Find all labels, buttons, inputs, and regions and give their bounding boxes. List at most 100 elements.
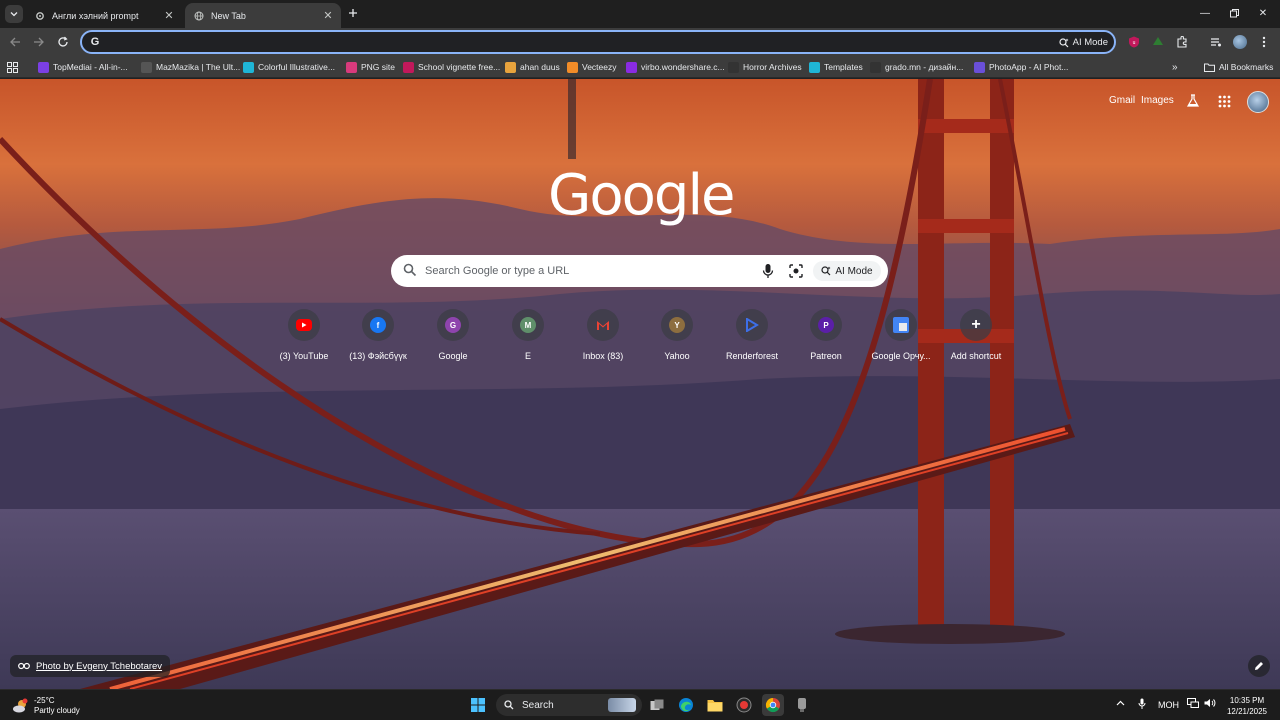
close-icon[interactable]: ✕ bbox=[321, 9, 335, 23]
apps-button[interactable] bbox=[7, 59, 18, 75]
shortcut-tile[interactable]: (3) YouTube bbox=[267, 309, 341, 369]
ublock-extension-icon[interactable]: u bbox=[1126, 34, 1142, 50]
taskbar-search-label: Search bbox=[522, 699, 554, 711]
bookmark-label: Colorful Illustrative... bbox=[258, 62, 335, 72]
microphone-icon[interactable] bbox=[761, 263, 775, 279]
media-controls-icon[interactable] bbox=[1208, 34, 1224, 50]
back-button[interactable] bbox=[6, 33, 24, 51]
bookmark-item[interactable]: Horror Archives bbox=[728, 59, 802, 75]
tab-english-prompt[interactable]: Англи хэлний prompt ✕ bbox=[26, 3, 182, 28]
bookmark-item[interactable]: Templates bbox=[809, 59, 863, 75]
task-view-button[interactable] bbox=[646, 694, 668, 716]
tab-title: New Tab bbox=[211, 10, 246, 21]
address-input[interactable] bbox=[106, 34, 1046, 50]
bookmark-item[interactable]: PhotoApp - AI Phot... bbox=[974, 59, 1068, 75]
edge-icon bbox=[679, 698, 693, 712]
photoapp-icon bbox=[974, 61, 985, 73]
chrome-app[interactable] bbox=[762, 694, 784, 716]
shortcut-tile[interactable]: P Patreon bbox=[789, 309, 863, 369]
shortcut-tile[interactable]: f (13) Фэйсбүүк bbox=[341, 309, 415, 369]
search-box[interactable]: AI Mode bbox=[391, 255, 888, 287]
close-window-button[interactable]: ✕ bbox=[1254, 5, 1272, 21]
bookmark-item[interactable]: ahan duus bbox=[505, 59, 560, 75]
shortcut-icon-circle: + bbox=[960, 309, 992, 341]
shortcut-icon-circle: f bbox=[362, 309, 394, 341]
shortcut-tile[interactable]: Renderforest bbox=[715, 309, 789, 369]
plus-icon bbox=[349, 9, 357, 17]
more-bookmarks-button[interactable]: » bbox=[1172, 59, 1178, 75]
shortcut-icon-circle: M bbox=[512, 309, 544, 341]
new-tab-button[interactable] bbox=[346, 6, 360, 20]
bookmark-item[interactable]: Colorful Illustrative... bbox=[243, 59, 335, 75]
reload-button[interactable] bbox=[54, 33, 72, 51]
windows-taskbar: -25°C Partly cloudy Search МОН 10:35 PM … bbox=[0, 689, 1280, 720]
shortcut-label: E bbox=[524, 351, 531, 361]
file-explorer-app[interactable] bbox=[704, 694, 726, 716]
chrome-icon bbox=[765, 697, 780, 713]
customize-chrome-button[interactable] bbox=[1248, 655, 1270, 677]
google-icon bbox=[728, 61, 739, 73]
bookmark-item[interactable]: PNG site bbox=[346, 59, 395, 75]
bookmark-item[interactable]: Vecteezy bbox=[567, 59, 617, 75]
search-input[interactable] bbox=[425, 263, 745, 279]
close-icon[interactable]: ✕ bbox=[162, 9, 176, 23]
google-lens-icon[interactable] bbox=[788, 263, 804, 279]
vecteezy-icon bbox=[567, 61, 578, 73]
tab-search-button[interactable] bbox=[5, 5, 23, 23]
restore-button[interactable] bbox=[1225, 5, 1243, 21]
bookmark-item[interactable]: virbo.wondershare.c... bbox=[626, 59, 725, 75]
extensions-icon[interactable] bbox=[1174, 34, 1190, 50]
ai-mode-button[interactable]: AI Mode bbox=[1059, 35, 1108, 50]
weather-description: Partly cloudy bbox=[34, 706, 80, 715]
shortcut-tile[interactable]: Y Yahoo bbox=[640, 309, 714, 369]
weather-widget[interactable]: -25°C Partly cloudy bbox=[12, 693, 80, 719]
minimize-button[interactable]: — bbox=[1196, 5, 1214, 21]
record-icon bbox=[736, 697, 752, 713]
shortcut-tile[interactable]: Inbox (83) bbox=[566, 309, 640, 369]
toolbar: G AI Mode u bbox=[0, 28, 1280, 56]
photo-credit-link[interactable]: Photo by Evgeny Tchebotarev bbox=[10, 655, 171, 677]
all-bookmarks-button[interactable]: All Bookmarks bbox=[1204, 59, 1273, 75]
bookmarks-bar: TopMediai - All-in-... MazMazika | The Ul… bbox=[0, 56, 1280, 78]
microphone-tray[interactable] bbox=[1138, 698, 1146, 712]
shortcut-tile[interactable]: + Add shortcut bbox=[939, 309, 1013, 369]
apps-grid-icon[interactable] bbox=[1218, 95, 1231, 108]
bookmark-item[interactable]: grado.mn - дизайн... bbox=[870, 59, 963, 75]
green-extension-icon[interactable] bbox=[1150, 34, 1166, 50]
taskbar-clock[interactable]: 10:35 PM 12/21/2025 bbox=[1222, 695, 1272, 717]
recorder-app[interactable] bbox=[791, 694, 813, 716]
start-button[interactable] bbox=[467, 694, 489, 716]
volume-tray[interactable] bbox=[1204, 698, 1216, 710]
document-icon bbox=[505, 61, 516, 73]
ai-mode-button[interactable]: AI Mode bbox=[813, 261, 881, 281]
bookmark-item[interactable]: School vignette free... bbox=[403, 59, 500, 75]
address-bar[interactable]: G AI Mode bbox=[80, 30, 1116, 54]
profile-avatar[interactable] bbox=[1232, 34, 1248, 50]
ai-search-icon bbox=[1059, 37, 1069, 47]
clock-time: 10:35 PM bbox=[1229, 696, 1265, 705]
bookmark-item[interactable]: TopMediai - All-in-... bbox=[38, 59, 128, 75]
pencil-icon bbox=[1255, 662, 1263, 670]
labs-flask-icon[interactable] bbox=[1186, 94, 1200, 108]
gmail-link[interactable]: Gmail bbox=[1109, 95, 1135, 106]
avatar[interactable] bbox=[1247, 91, 1269, 113]
edge-app[interactable] bbox=[675, 694, 697, 716]
bookmark-label: Vecteezy bbox=[582, 62, 617, 72]
show-hidden-icons[interactable] bbox=[1116, 698, 1125, 708]
shortcut-tile[interactable]: Google Орчу... bbox=[864, 309, 938, 369]
shortcut-tile[interactable]: G Google bbox=[416, 309, 490, 369]
record-app[interactable] bbox=[733, 694, 755, 716]
shortcut-label: Add shortcut bbox=[950, 351, 1002, 361]
google-letter-icon: G bbox=[445, 317, 461, 333]
menu-button[interactable] bbox=[1256, 34, 1272, 50]
taskbar-search[interactable]: Search bbox=[496, 694, 642, 716]
shortcut-tile[interactable]: ME bbox=[491, 309, 565, 369]
shortcut-icon-circle bbox=[736, 309, 768, 341]
tab-new-tab[interactable]: New Tab ✕ bbox=[185, 3, 341, 28]
network-tray[interactable] bbox=[1187, 698, 1199, 710]
search-icon bbox=[403, 263, 417, 277]
input-language[interactable]: МОН bbox=[1158, 700, 1179, 710]
images-link[interactable]: Images bbox=[1141, 95, 1174, 106]
bookmark-item[interactable]: MazMazika | The Ult... bbox=[141, 59, 240, 75]
forward-button[interactable] bbox=[30, 33, 48, 51]
